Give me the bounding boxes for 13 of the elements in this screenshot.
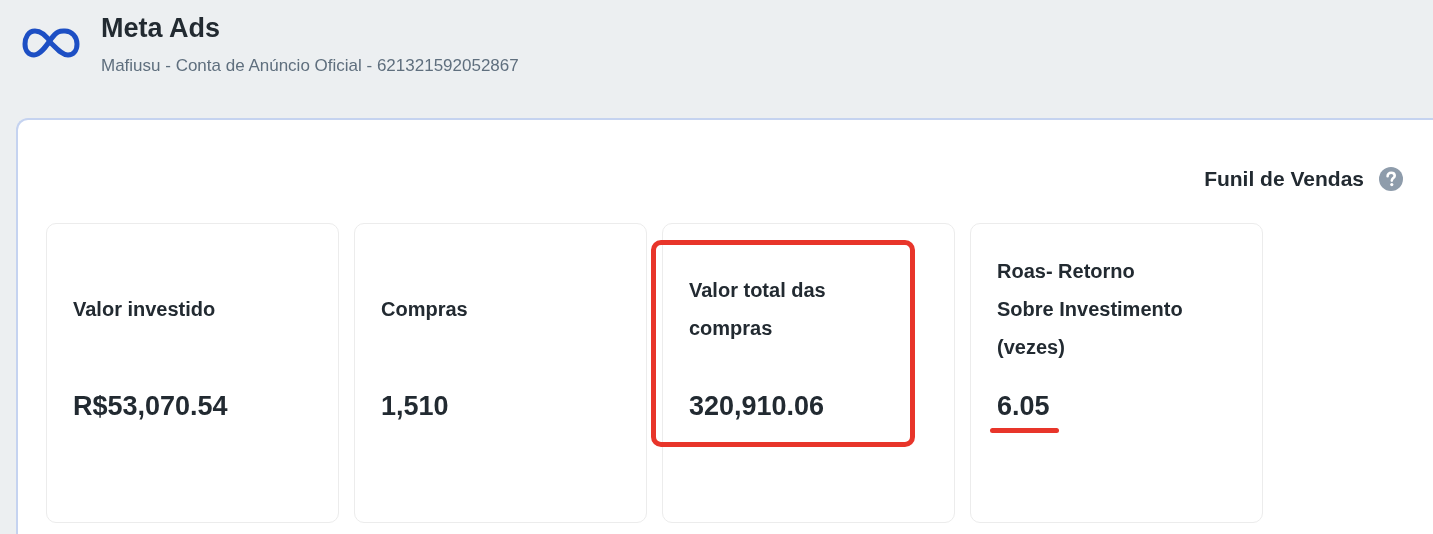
metric-label: Valor total das compras [689, 278, 827, 341]
section-title: Funil de Vendas [1204, 167, 1364, 191]
metric-label: Compras [381, 297, 468, 322]
infinity-logo-icon [22, 28, 80, 58]
metric-label: Roas- Retorno Sobre Investimento (vezes) [997, 259, 1184, 360]
app-title: Meta Ads [101, 12, 222, 44]
metric-value: 1,510 [381, 390, 449, 423]
metric-value: R$53,070.54 [73, 390, 228, 423]
metric-value: 320,910.06 [689, 390, 825, 423]
help-icon[interactable] [1379, 167, 1403, 191]
account-name: Mafiusu - Conta de Anúncio Oficial - 621321592052867 [101, 56, 519, 76]
metric-value: 6.05 [997, 390, 1050, 423]
metric-label: Valor investido [73, 297, 216, 322]
